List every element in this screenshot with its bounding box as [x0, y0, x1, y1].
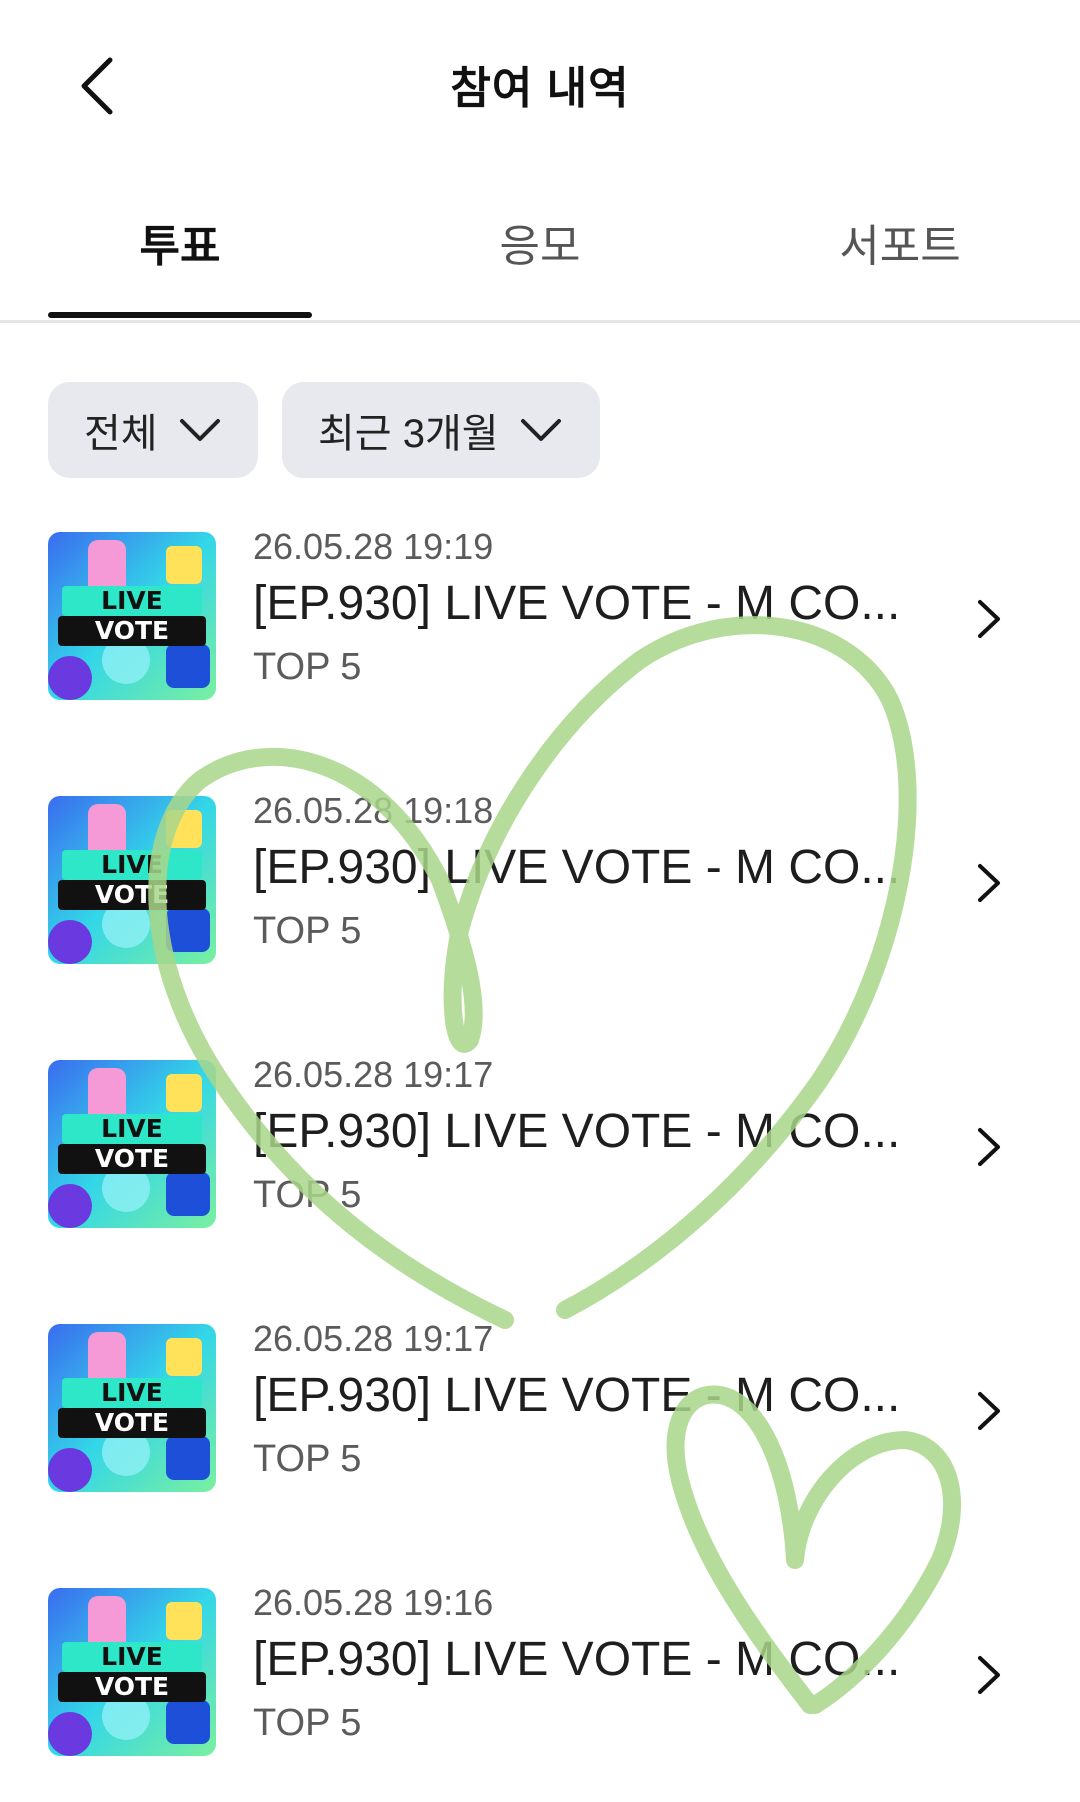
thumb-text-line2: VOTE — [95, 880, 169, 909]
page-title: 참여 내역 — [450, 64, 630, 113]
live-vote-thumbnail: LIVE VOTE — [48, 532, 216, 700]
thumb-text-line1: LIVE — [101, 1642, 163, 1671]
item-title: [EP.930] LIVE VOTE - M CO... — [253, 577, 901, 630]
tab-support[interactable]: 서포트 — [760, 210, 1040, 274]
thumb-text-line2: VOTE — [95, 1672, 169, 1701]
thumb-text-line1: LIVE — [101, 1114, 163, 1143]
chevron-right-icon — [978, 1656, 1000, 1694]
chevron-right-icon — [978, 1392, 1000, 1430]
item-date: 26.05.28 19:17 — [253, 1318, 494, 1359]
list-item[interactable]: LIVE VOTE 26.05.28 19:18 [EP.930] LIVE V… — [0, 784, 1080, 984]
thumb-text-line1: LIVE — [101, 1378, 163, 1407]
live-vote-thumbnail: LIVE VOTE — [48, 1324, 216, 1492]
item-title: [EP.930] LIVE VOTE - M CO... — [253, 841, 901, 894]
chevron-right-icon — [978, 1128, 1000, 1166]
item-subtitle: TOP 5 — [253, 910, 362, 952]
tab-active-indicator — [48, 312, 312, 318]
item-subtitle: TOP 5 — [253, 1702, 362, 1744]
period-filter-dropdown[interactable]: 최근 3개월 — [282, 382, 600, 478]
item-subtitle: TOP 5 — [253, 646, 362, 688]
tab-vote[interactable]: 투표 — [40, 210, 320, 274]
chevron-down-icon — [179, 419, 220, 441]
list-item[interactable]: LIVE VOTE 26.05.28 19:16 [EP.930] LIVE V… — [0, 1576, 1080, 1776]
thumb-text-line1: LIVE — [101, 586, 163, 615]
thumb-text-line2: VOTE — [95, 1144, 169, 1173]
list-item[interactable]: LIVE VOTE 26.05.28 19:17 [EP.930] LIVE V… — [0, 1048, 1080, 1248]
thumb-text-line2: VOTE — [95, 1408, 169, 1437]
list-item[interactable]: LIVE VOTE 26.05.28 19:19 [EP.930] LIVE V… — [0, 520, 1080, 720]
item-date: 26.05.28 19:18 — [253, 790, 494, 831]
live-vote-thumbnail: LIVE VOTE — [48, 1060, 216, 1228]
tab-bar: 투표 응모 서포트 — [0, 190, 1080, 323]
item-subtitle: TOP 5 — [253, 1174, 362, 1216]
type-filter-dropdown[interactable]: 전체 — [48, 382, 258, 478]
tab-entry[interactable]: 응모 — [400, 210, 680, 274]
live-vote-thumbnail: LIVE VOTE — [48, 796, 216, 964]
item-subtitle: TOP 5 — [253, 1438, 362, 1480]
list-item[interactable]: LIVE VOTE 26.05.28 19:17 [EP.930] LIVE V… — [0, 1312, 1080, 1512]
chevron-right-icon — [978, 600, 1000, 638]
chevron-down-icon — [520, 419, 561, 441]
type-filter-label: 전체 — [84, 412, 158, 456]
item-date: 26.05.28 19:17 — [253, 1054, 494, 1095]
item-date: 26.05.28 19:19 — [253, 526, 494, 567]
item-title: [EP.930] LIVE VOTE - M CO... — [253, 1105, 901, 1158]
thumb-text-line1: LIVE — [101, 850, 163, 879]
item-title: [EP.930] LIVE VOTE - M CO... — [253, 1633, 901, 1686]
live-vote-thumbnail: LIVE VOTE — [48, 1588, 216, 1756]
chevron-right-icon — [978, 864, 1000, 902]
period-filter-label: 최근 3개월 — [318, 412, 499, 456]
thumb-text-line2: VOTE — [95, 616, 169, 645]
top-bar: 참여 내역 — [0, 0, 1080, 170]
item-date: 26.05.28 19:16 — [253, 1582, 494, 1623]
item-title: [EP.930] LIVE VOTE - M CO... — [253, 1369, 901, 1422]
